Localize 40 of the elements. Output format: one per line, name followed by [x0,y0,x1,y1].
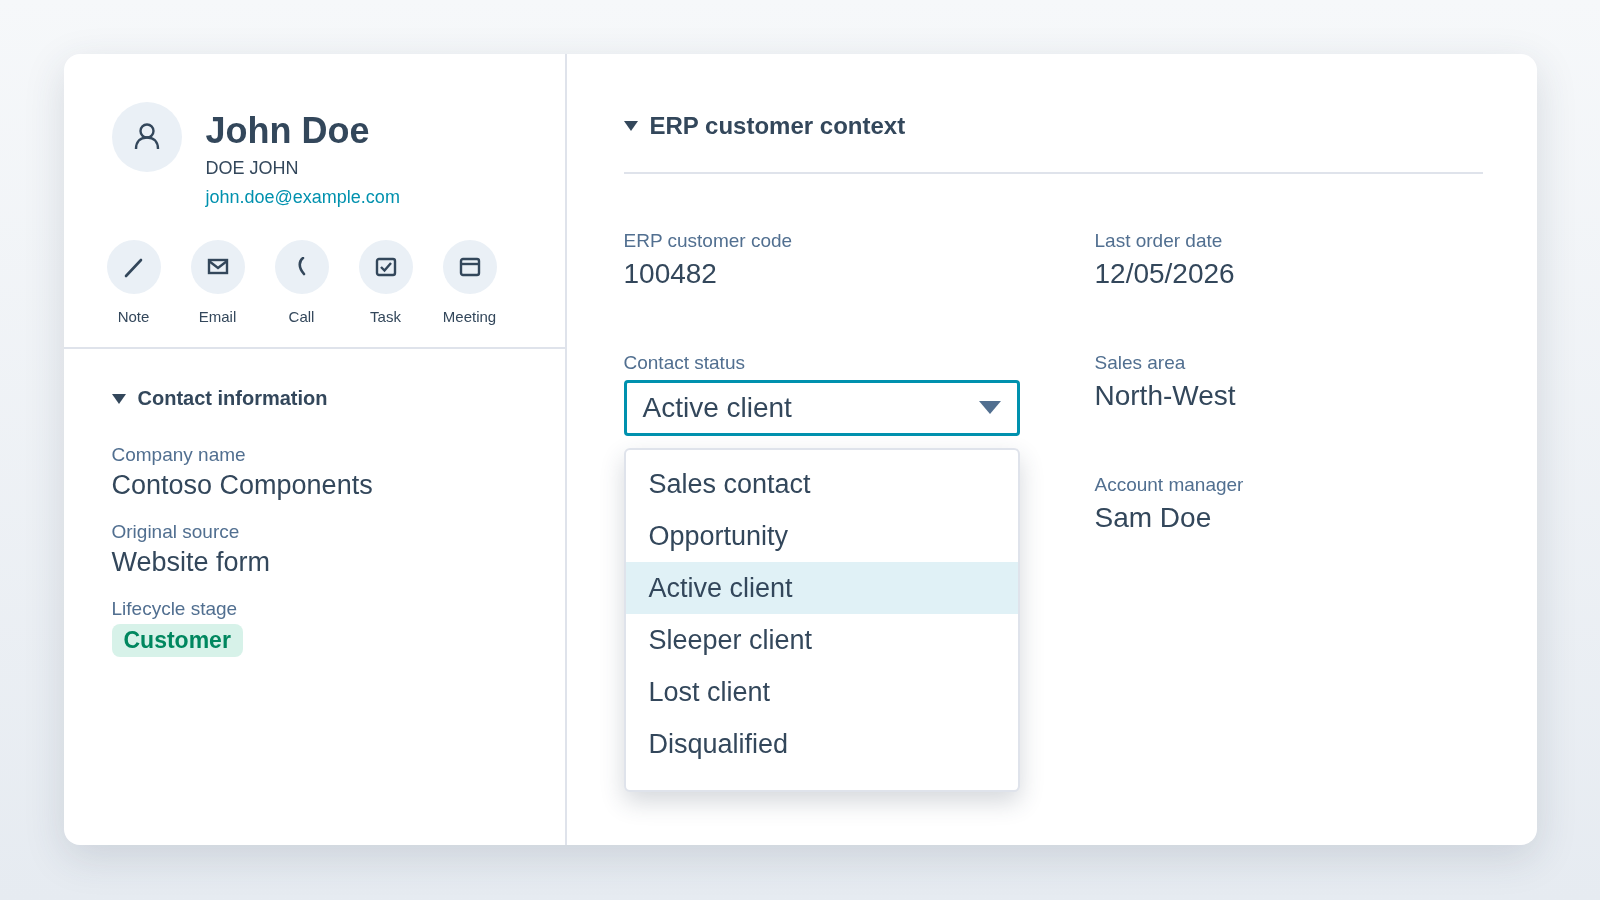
meeting-action-button[interactable] [442,240,497,294]
field-value: 12/05/2026 [1094,258,1235,290]
dropdown-option[interactable]: Opportunity [625,510,1018,562]
email-action-button[interactable] [190,240,245,294]
field-label: Lifecycle stage [111,598,238,620]
field-label: Account manager [1094,474,1244,496]
dropdown-option[interactable]: Sales contact [625,458,1018,510]
field-value: Sam Doe [1094,502,1212,534]
field-label: Contact status [623,352,745,374]
field-value: 100482 [623,258,717,290]
field-label: Last order date [1094,230,1223,252]
action-label: Task [370,308,401,325]
calendar-icon [457,255,482,279]
action-label: Email [198,308,237,325]
field-label: Company name [111,444,246,466]
dropdown-option[interactable]: Active client [625,562,1018,614]
field-value: North-West [1094,380,1236,412]
field-label: Sales area [1094,352,1186,374]
dropdown-option[interactable]: Lost client [625,666,1018,718]
action-label: Call [288,308,315,325]
section-toggle[interactable]: Contact information [111,387,328,410]
action-label: Note [117,308,150,325]
dropdown-option[interactable]: Sleeper client [625,614,1018,666]
action-label: Meeting [442,308,497,325]
field-label: ERP customer code [623,230,793,252]
dropdown-option[interactable]: Disqualified [625,718,1018,770]
email-link[interactable]: john.doe@example.com [205,187,400,208]
caret-icon [978,401,1001,415]
field-label: Original source [111,521,240,543]
status-dropdown[interactable]: Active client [623,380,1020,436]
note-action-button[interactable] [106,240,161,294]
checkbox-icon [373,255,398,279]
task-action-button[interactable] [358,240,413,294]
contact-name: John Doe [205,110,370,152]
field-value: Contoso Components [111,470,373,501]
section-toggle[interactable]: ERP customer context [623,112,906,140]
contact-alt-name: DOE JOHN [205,158,299,179]
lifecycle-tag: Customer [111,624,243,657]
field-value: Website form [111,547,271,578]
phone-icon [296,257,307,277]
